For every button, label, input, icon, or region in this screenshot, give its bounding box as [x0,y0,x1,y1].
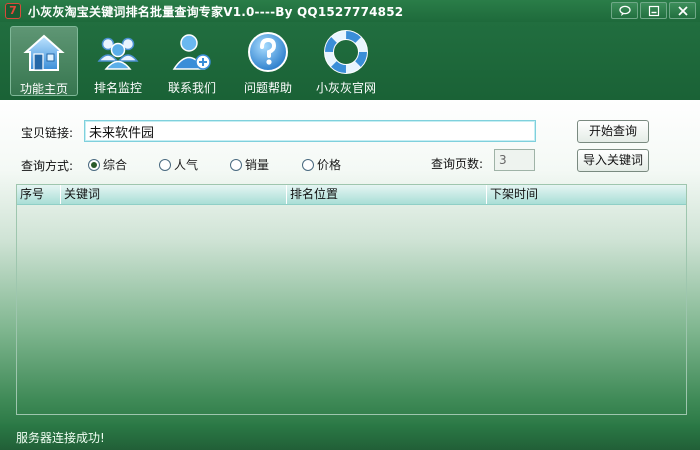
radio-label: 人气 [174,158,199,172]
tool-label: 问题帮助 [243,81,292,95]
status-bar: 服务器连接成功! [0,424,700,450]
window-controls [611,2,696,19]
tool-rank-monitor[interactable]: 排名监控 [84,26,152,96]
minimize-icon [648,5,660,17]
users-icon [97,37,139,70]
title-bar[interactable]: 7 小灰灰淘宝关键词排名批量查询专家V1.0----By QQ152777485… [0,0,700,22]
radio-comprehensive[interactable]: 综合 [88,156,127,173]
tool-label: 小灰灰官网 [315,81,376,95]
column-header-delist-time[interactable]: 下架时间 [487,185,686,204]
radio-button-selected[interactable] [88,158,100,171]
close-icon [678,6,688,16]
radio-price[interactable]: 价格 [302,156,341,173]
help-icon [248,32,288,72]
column-header-keyword[interactable]: 关键词 [61,185,287,204]
url-label: 宝贝链接: [21,126,74,140]
tool-label: 功能主页 [19,82,68,96]
window-title: 小灰灰淘宝关键词排名批量查询专家V1.0----By QQ1527774852 [28,5,404,19]
table-header: 序号 关键词 排名位置 下架时间 [17,185,686,205]
radio-popularity[interactable]: 人气 [159,156,198,173]
close-button[interactable] [669,2,696,19]
home-icon [23,34,65,71]
results-table[interactable]: 序号 关键词 排名位置 下架时间 [16,184,687,415]
start-query-button[interactable]: 开始查询 [577,120,649,143]
tool-label: 联系我们 [167,81,216,95]
query-mode-label: 查询方式: [21,159,74,173]
import-keywords-button[interactable]: 导入关键词 [577,149,649,172]
minimize-button[interactable] [640,2,667,19]
contact-icon [172,34,211,70]
speech-bubble-icon [619,5,631,16]
radio-label: 销量 [245,158,270,172]
item-url-input[interactable] [84,120,536,142]
column-header-rank[interactable]: 排名位置 [287,185,487,204]
pages-input[interactable] [494,149,535,171]
status-text: 服务器连接成功! [16,431,105,445]
radio-button[interactable] [230,158,242,171]
radio-label: 价格 [317,158,342,172]
app-logo-icon[interactable]: 7 [5,3,21,19]
radio-button[interactable] [302,158,314,171]
pages-label: 查询页数: [431,157,484,171]
tool-label: 排名监控 [93,81,142,95]
feedback-button[interactable] [611,2,638,19]
column-header-index[interactable]: 序号 [17,185,61,204]
tool-home[interactable]: 功能主页 [10,26,78,96]
app-window: 7 小灰灰淘宝关键词排名批量查询专家V1.0----By QQ152777485… [0,0,700,450]
radio-button[interactable] [159,158,171,171]
tool-contact-us[interactable]: 联系我们 [158,26,226,96]
main-toolbar: 功能主页 排名监控 联系我们 问题帮助 小灰灰官网 [0,22,700,100]
lifebuoy-icon [324,30,368,74]
tool-help[interactable]: 问题帮助 [234,26,302,96]
radio-label: 综合 [103,158,128,172]
tool-official-site[interactable]: 小灰灰官网 [310,26,382,96]
radio-sales[interactable]: 销量 [230,156,269,173]
main-panel: 宝贝链接: 开始查询 查询方式: 综合 人气 销量 价格 查询页数: 导入关键词… [0,100,700,424]
